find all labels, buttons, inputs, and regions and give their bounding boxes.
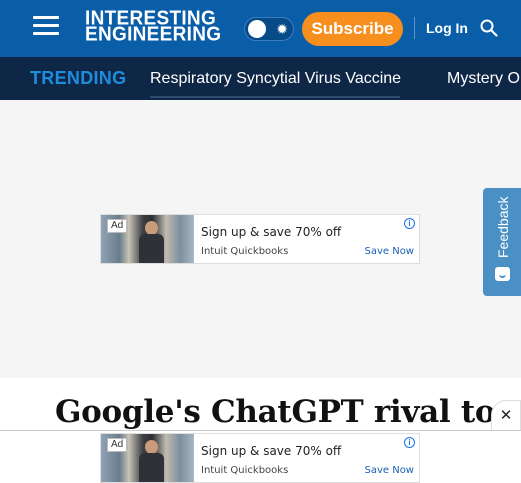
- logo-line-2: ENGINEERING: [85, 23, 222, 46]
- trending-item[interactable]: Mystery O: [447, 70, 520, 88]
- ad-badge: Ad: [107, 438, 128, 452]
- trending-bar: TRENDING Respiratory Syncytial Virus Vac…: [0, 57, 521, 100]
- smile-icon: [495, 267, 510, 281]
- toggle-knob: [248, 20, 266, 38]
- trending-scroll-indicator: [150, 96, 400, 98]
- subscribe-button[interactable]: Subscribe: [302, 12, 403, 46]
- info-icon[interactable]: i: [404, 218, 415, 229]
- close-icon[interactable]: ✕: [491, 400, 521, 430]
- article-headline: Google's ChatGPT rival to: [55, 394, 496, 430]
- ad-banner[interactable]: Ad Sign up & save 70% off Intuit Quickbo…: [100, 214, 420, 264]
- site-header: INTERESTING ENGINEERING ✹ Subscribe Log …: [0, 0, 521, 57]
- info-icon[interactable]: i: [404, 437, 415, 448]
- site-logo[interactable]: INTERESTING ENGINEERING: [85, 9, 222, 46]
- ad-headline: Sign up & save 70% off: [201, 225, 342, 239]
- ad-sponsor: Intuit Quickbooks: [201, 246, 289, 257]
- search-icon[interactable]: [480, 19, 498, 37]
- sun-icon: ✹: [276, 21, 288, 37]
- ad-cta-link[interactable]: Save Now: [364, 246, 414, 257]
- feedback-tab[interactable]: Feedback: [483, 188, 521, 296]
- feedback-label: Feedback: [495, 196, 511, 258]
- ad-sponsor: Intuit Quickbooks: [201, 465, 289, 476]
- theme-toggle[interactable]: ✹: [244, 17, 294, 41]
- ad-headline: Sign up & save 70% off: [201, 444, 342, 458]
- ad-badge: Ad: [107, 219, 128, 233]
- menu-icon[interactable]: [33, 16, 59, 36]
- header-divider: [414, 17, 415, 39]
- trending-label: TRENDING: [30, 68, 127, 88]
- ad-banner[interactable]: Ad Sign up & save 70% off Intuit Quickbo…: [100, 433, 420, 483]
- ad-cta-link[interactable]: Save Now: [364, 465, 414, 476]
- login-link[interactable]: Log In: [426, 20, 468, 36]
- trending-item[interactable]: Respiratory Syncytial Virus Vaccine: [150, 70, 401, 88]
